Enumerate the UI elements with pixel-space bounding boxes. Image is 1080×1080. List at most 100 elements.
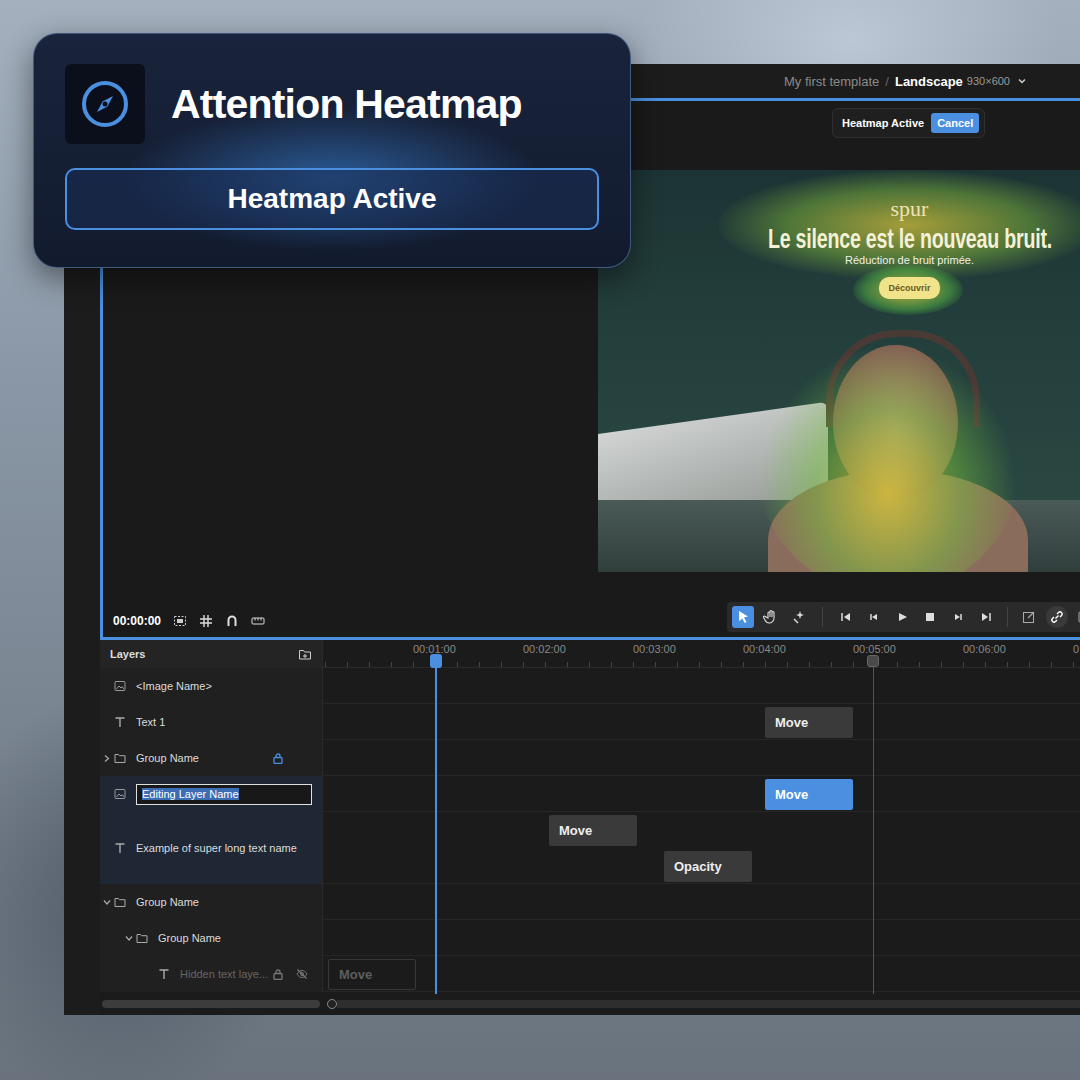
layer-rows: <Image Name> Text 1 Move Group Name Editing … [100,668,1080,992]
chevron-slot [103,790,111,799]
step-forward-icon [950,609,966,625]
layer-track: Move [323,776,1080,812]
group-icon [136,932,148,944]
heatmap-active-button[interactable]: Heatmap Active [65,168,599,230]
tool-button[interactable] [760,606,782,628]
playhead-line [435,660,437,994]
ad-headline: Le silence est le nouveau bruit. [767,222,1051,256]
chevron-slot [103,718,111,727]
format-name: Landscape [895,74,963,89]
ad-copy: spurLe silence est le nouveau bruit.Rédu… [598,170,1080,299]
animation-clip[interactable]: Move [765,707,853,738]
transport-button[interactable] [975,606,997,628]
end-marker-handle[interactable] [867,655,879,667]
layer-track [323,740,1080,776]
layer-name[interactable]: Group Name [136,752,272,764]
tool-button[interactable] [788,606,810,628]
layer-cell: Group Name [100,920,323,956]
timecode: 00:00:00 [113,614,161,628]
card-icon-box [65,64,145,144]
layer-name[interactable]: Hidden text laye... [180,968,272,980]
ruler-tick-label: 00:04:00 [743,643,786,655]
ruler-icon[interactable] [251,614,265,628]
chevron-slot [125,934,133,943]
ad-preview[interactable]: spurLe silence est le nouveau bruit.Rédu… [598,170,1080,572]
chevron-slot [103,898,111,907]
eye-off-icon[interactable] [296,968,308,980]
timeline-scroll [323,999,1080,1009]
sparkle-icon [790,608,808,626]
layer-row[interactable]: Example of super long text name Move Opaci… [100,812,1080,884]
export-button[interactable] [1018,606,1040,628]
layer-row[interactable]: <Image Name> [100,668,1080,704]
chevron-slot [147,970,155,979]
edit-box-icon [1021,609,1037,625]
link-button[interactable] [1046,606,1068,628]
ad-cta-button[interactable]: Découvrir [879,277,939,299]
folder-add-icon[interactable] [298,647,312,661]
layer-row[interactable]: Group Name [100,884,1080,920]
grid-icon[interactable] [199,614,213,628]
layer-name[interactable]: Group Name [158,932,322,944]
scroll-handle[interactable] [327,999,337,1009]
cancel-button[interactable]: Cancel [931,113,979,133]
breadcrumb-project[interactable]: My first template [784,74,879,89]
layer-name[interactable]: Group Name [136,896,322,908]
animation-clip[interactable]: Opacity [664,851,752,882]
playback-toolbar [727,602,1080,632]
layer-row[interactable]: Group Name [100,920,1080,956]
link-icon [1049,609,1065,625]
magnet-icon[interactable] [225,614,239,628]
skip-end-icon [978,609,994,625]
layers-title: Layers [110,648,145,660]
chevron-down-icon [1017,76,1027,86]
timeline-header: Layers00:01:0000:02:0000:03:0000:04:0000… [100,640,1080,668]
layers-scrollbar[interactable] [102,1000,320,1008]
heat-blob [758,345,1018,572]
transport-button[interactable] [863,606,885,628]
playhead-handle[interactable] [430,654,442,668]
transport-button[interactable] [891,606,913,628]
compass-icon [80,79,130,129]
layer-cell: Group Name [100,884,323,920]
transport-button[interactable] [919,606,941,628]
format-size: 930×600 [967,75,1010,87]
animation-clip[interactable]: Move [765,779,853,810]
timeline-panel: Layers00:01:0000:02:0000:03:0000:04:0000… [100,640,1080,1015]
preview-button[interactable] [1074,606,1080,628]
layer-name[interactable]: Text 1 [136,716,322,728]
image-icon [114,680,126,692]
layer-cell: <Image Name> [100,668,323,704]
chevron-slot [103,682,111,691]
animation-clip[interactable]: Move [328,959,416,990]
lock-slot [272,968,284,980]
chevron-icon[interactable] [125,934,134,942]
layer-row[interactable]: Text 1 Move [100,704,1080,740]
layer-track [323,920,1080,956]
layer-track [323,884,1080,920]
format-selector[interactable]: Landscape 930×600 [895,74,1027,89]
tool-button[interactable] [732,606,754,628]
ad-brand: spur [891,196,929,222]
ruler-tick-label: 0 [1073,643,1079,655]
chevron-icon[interactable] [103,754,111,763]
transport-button[interactable] [835,606,857,628]
hand-icon [762,608,780,626]
timeline-footer [100,992,1080,1015]
layer-name[interactable]: Example of super long text name [136,842,322,854]
card-header: Attention Heatmap [65,64,599,144]
transport-button[interactable] [947,606,969,628]
layer-name[interactable]: <Image Name> [136,680,322,692]
text-icon [114,842,126,854]
layer-row[interactable]: Group Name [100,740,1080,776]
preview-icon [1077,609,1080,625]
layer-name-input[interactable]: Editing Layer Name [136,784,312,805]
lock-icon[interactable] [272,752,284,764]
layer-row[interactable]: Hidden text laye... Move [100,956,1080,992]
canvas-controls: 00:00:00 [113,614,265,628]
chevron-icon[interactable] [103,898,112,906]
lock-icon[interactable] [272,968,284,980]
layer-row[interactable]: Editing Layer Name Move [100,776,1080,812]
animation-clip[interactable]: Move [549,815,637,846]
safe-area-icon[interactable] [173,614,187,628]
